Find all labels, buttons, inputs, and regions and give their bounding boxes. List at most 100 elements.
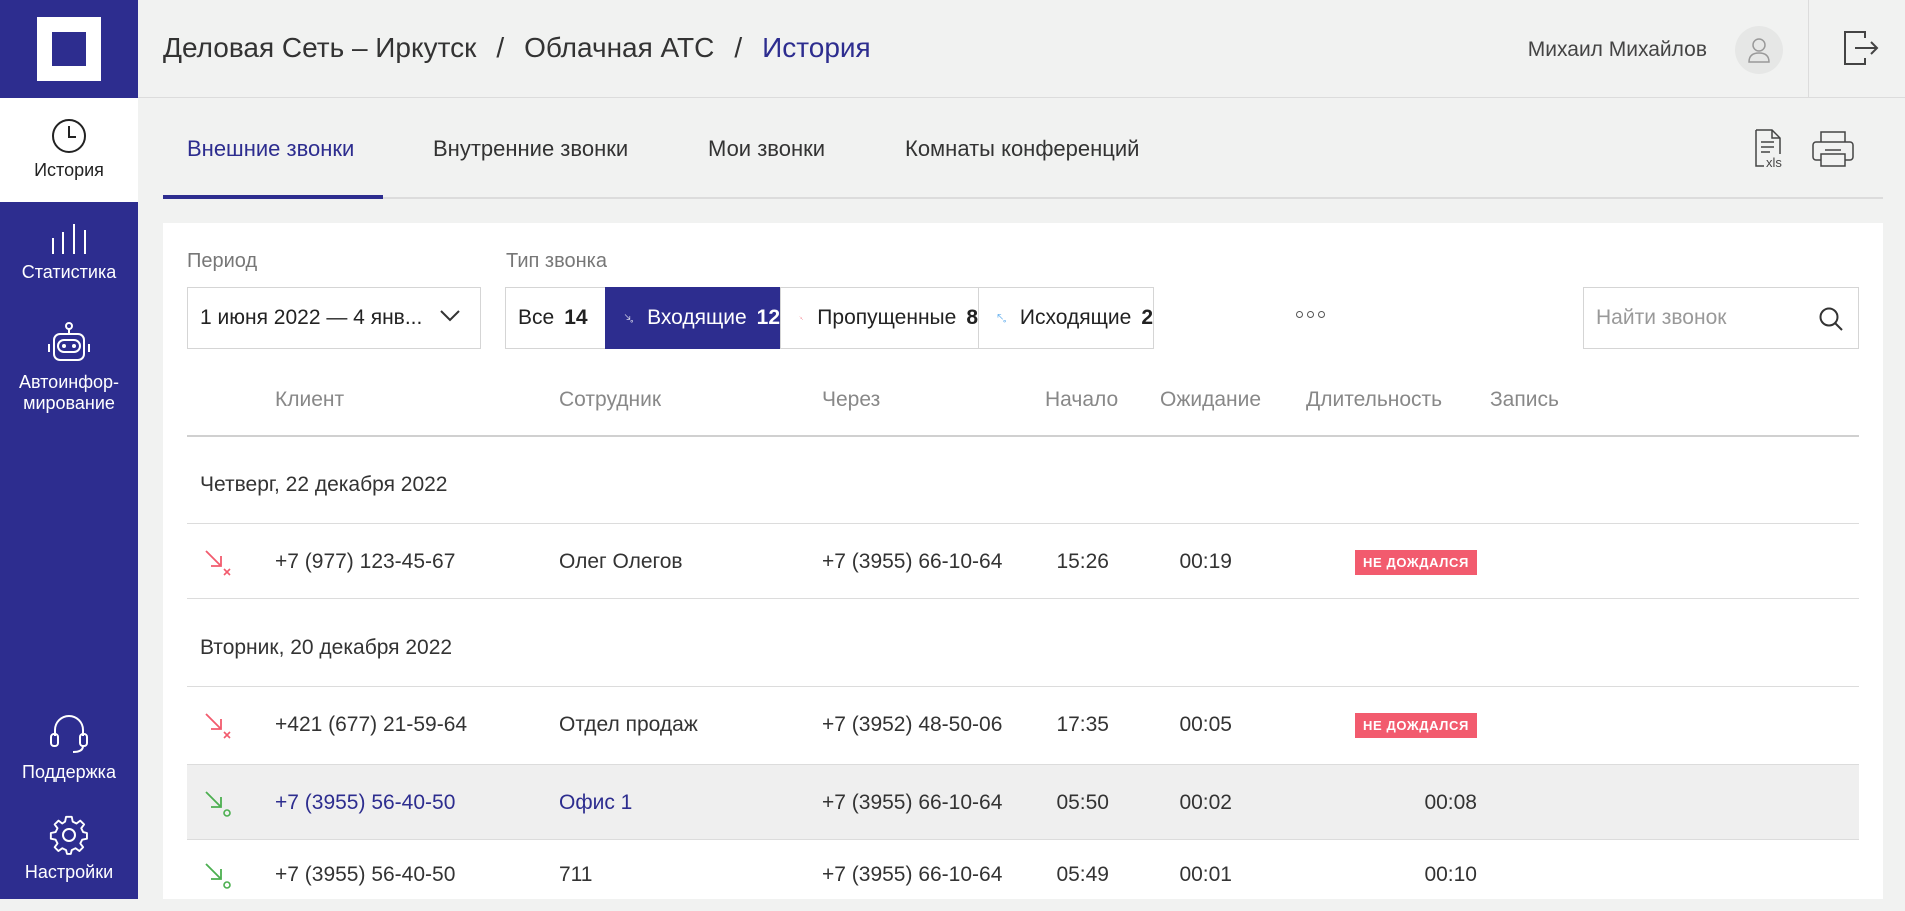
filter-missed[interactable]: Пропущенные 8 [780,287,979,349]
table-row[interactable]: +7 (977) 123-45-67 Олег Олегов +7 (3955)… [187,524,1859,598]
print-button[interactable] [1811,130,1855,173]
status-badge: не дождался [1355,550,1477,575]
sidebar-item-label: Автоинфор- мирование [18,372,120,413]
sidebar-item-settings[interactable]: Настройки [0,814,138,883]
column-header-via[interactable]: Через [822,388,880,412]
table-row[interactable]: +421 (677) 21-59-64 Отдел продаж +7 (395… [187,687,1859,761]
wait-time: 00:05 [1179,713,1232,736]
employee-name[interactable]: 711 [559,863,592,887]
employee-name[interactable]: Олег Олегов [559,550,683,574]
search-icon [1819,307,1843,331]
logout-button[interactable] [1841,28,1881,73]
search-placeholder: Найти звонок [1596,306,1727,329]
wait-time: 00:01 [1179,863,1232,886]
start-time: 17:35 [1056,713,1109,736]
sidebar-item-label: Статистика [21,262,117,282]
column-header-duration[interactable]: Длительность [1306,388,1442,412]
row-divider [187,598,1859,599]
column-header-start[interactable]: Начало [1045,388,1118,412]
breadcrumb-item-company[interactable]: Деловая Сеть – Иркутск [163,32,476,64]
wait-time: 00:02 [1179,791,1232,814]
logout-icon [1844,31,1879,65]
start-time: 05:49 [1056,863,1109,886]
headset-icon [50,715,88,753]
breadcrumb: Деловая Сеть – Иркутск / Облачная АТС / … [163,32,871,64]
sidebar-item-statistics[interactable]: Статистика [0,220,138,283]
header-divider [187,435,1859,437]
filter-count: 8 [966,306,978,329]
filter-incoming[interactable]: Входящие 12 [605,287,781,349]
tab-external-calls[interactable]: Внешние звонки [187,136,354,162]
tab-internal-calls[interactable]: Внутренние звонки [433,136,628,162]
breadcrumb-separator: / [496,32,505,63]
printer-icon [1812,131,1854,167]
user-name[interactable]: Михаил Михайлов [1528,38,1707,62]
employee-name[interactable]: Офис 1 [559,791,632,815]
tab-bar: Внешние звонки Внутренние звонки Мои зво… [163,98,1883,199]
sidebar-item-support[interactable]: Поддержка [0,712,138,783]
outgoing-call-icon [997,314,1006,323]
column-header-client[interactable]: Клиент [275,388,344,412]
via-number: +7 (3955) 66-10-64 [822,791,1003,814]
client-phone[interactable]: +7 (977) 123-45-67 [275,550,455,574]
filter-count: 2 [1141,306,1153,329]
via-number: +7 (3955) 66-10-64 [822,863,1003,886]
period-select[interactable]: 1 июня 2022 — 4 янв... [187,287,481,349]
search-input[interactable]: Найти звонок [1583,287,1859,349]
export-xls-button[interactable]: xls [1754,128,1788,175]
via-number: +7 (3952) 48-50-06 [822,713,1003,736]
more-dot [1318,311,1325,318]
table-row[interactable]: +7 (3955) 56-40-50 711 +7 (3955) 66-10-6… [187,837,1859,911]
tab-my-calls[interactable]: Мои звонки [708,136,825,162]
wait-time: 00:19 [1179,550,1232,573]
breadcrumb-separator: / [734,32,743,63]
client-phone[interactable]: +421 (677) 21-59-64 [275,713,467,737]
filter-label: Все [518,306,555,329]
filter-outgoing[interactable]: Исходящие 2 [978,287,1154,349]
breadcrumb-item-pbx[interactable]: Облачная АТС [524,32,714,64]
client-phone[interactable]: +7 (3955) 56-40-50 [275,863,455,887]
user-icon [1748,38,1770,63]
sidebar-item-autoinform[interactable]: Автоинфор- мирование [0,322,138,414]
more-filters-button[interactable] [1296,311,1325,318]
period-value: 1 июня 2022 — 4 янв... [200,306,423,329]
incoming-call-icon [205,863,231,889]
missed-call-icon [799,316,804,321]
sidebar-item-label: История [34,160,104,180]
column-header-wait[interactable]: Ожидание [1160,388,1261,412]
chevron-down-icon [440,310,460,322]
avatar[interactable] [1735,26,1783,74]
via-number: +7 (3955) 66-10-64 [822,550,1003,573]
tab-conference-rooms[interactable]: Комнаты конференций [905,136,1139,162]
day-group-title: Четверг, 22 декабря 2022 [200,473,448,496]
employee-name[interactable]: Отдел продаж [559,713,698,737]
more-dot [1307,311,1314,318]
breadcrumb-item-current: История [762,32,871,63]
top-header: Деловая Сеть – Иркутск / Облачная АТС / … [138,0,1905,98]
filter-label: Пропущенные [817,306,957,329]
column-header-record[interactable]: Запись [1490,388,1559,412]
call-duration: 00:10 [1424,863,1477,886]
logo[interactable] [0,0,138,98]
missed-call-icon [205,550,231,576]
call-duration: 00:08 [1424,791,1477,814]
active-tab-indicator [163,195,383,199]
client-phone[interactable]: +7 (3955) 56-40-50 [275,791,455,815]
period-label: Период [187,250,258,272]
start-time: 05:50 [1056,791,1109,814]
xls-file-icon: xls [1755,129,1782,170]
status-badge: не дождался [1355,713,1477,738]
xls-label: xls [1766,155,1782,170]
bars-icon [52,224,86,254]
call-history-panel: Период 1 июня 2022 — 4 янв... Тип звонка… [163,223,1883,899]
header-divider [1808,0,1809,98]
missed-call-icon [205,713,231,739]
column-header-employee[interactable]: Сотрудник [559,388,661,412]
filter-all[interactable]: Все 14 [505,287,606,349]
clock-icon [52,119,86,153]
sidebar-item-history[interactable]: История [0,98,138,202]
filter-count: 14 [564,306,588,329]
filter-label: Входящие [647,306,747,329]
table-row[interactable]: +7 (3955) 56-40-50 Офис 1 +7 (3955) 66-1… [187,765,1859,839]
start-time: 15:26 [1056,550,1109,573]
